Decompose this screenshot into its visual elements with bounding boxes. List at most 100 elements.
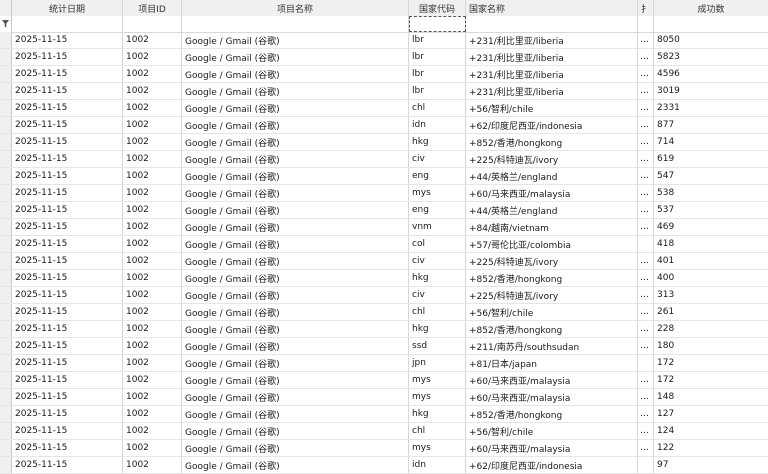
cell-country-name[interactable]: +231/利比里亚/liberia (466, 83, 638, 99)
cell-project-name[interactable]: Google / Gmail (谷歌) (182, 117, 409, 133)
row-indicator[interactable] (0, 304, 12, 320)
cell-success-count[interactable]: 619 (654, 151, 768, 167)
cell-project-name[interactable]: Google / Gmail (谷歌) (182, 372, 409, 388)
cell-truncated[interactable]: … (638, 168, 654, 184)
cell-country-code[interactable]: vnm (409, 219, 466, 235)
column-header-project-name[interactable]: 项目名称 (182, 0, 409, 16)
row-indicator[interactable] (0, 389, 12, 405)
row-indicator[interactable] (0, 236, 12, 252)
cell-country-code[interactable]: col (409, 236, 466, 252)
cell-stat-date[interactable]: 2025-11-15 (12, 151, 123, 167)
filter-cell-country-name[interactable] (466, 16, 638, 32)
cell-country-name[interactable]: +225/科特迪瓦/ivory (466, 287, 638, 303)
cell-truncated[interactable]: … (638, 49, 654, 65)
cell-truncated[interactable]: … (638, 372, 654, 388)
cell-project-id[interactable]: 1002 (123, 202, 182, 218)
cell-project-name[interactable]: Google / Gmail (谷歌) (182, 423, 409, 439)
cell-truncated[interactable]: … (638, 389, 654, 405)
cell-country-name[interactable]: +84/越南/vietnam (466, 219, 638, 235)
cell-success-count[interactable]: 261 (654, 304, 768, 320)
cell-stat-date[interactable]: 2025-11-15 (12, 304, 123, 320)
cell-success-count[interactable]: 538 (654, 185, 768, 201)
cell-country-name[interactable]: +60/马来西亚/malaysia (466, 185, 638, 201)
table-row[interactable]: 2025-11-15 1002 Google / Gmail (谷歌) mys +60/… (0, 185, 768, 202)
row-indicator[interactable] (0, 168, 12, 184)
cell-truncated[interactable]: … (638, 66, 654, 82)
cell-project-id[interactable]: 1002 (123, 219, 182, 235)
cell-success-count[interactable]: 3019 (654, 83, 768, 99)
cell-truncated[interactable]: … (638, 100, 654, 116)
table-row[interactable]: 2025-11-15 1002 Google / Gmail (谷歌) hkg +852… (0, 406, 768, 423)
filter-cell-project-name[interactable] (182, 16, 409, 32)
table-row[interactable]: 2025-11-15 1002 Google / Gmail (谷歌) hkg +852… (0, 321, 768, 338)
cell-truncated[interactable]: … (638, 202, 654, 218)
table-row[interactable]: 2025-11-15 1002 Google / Gmail (谷歌) lbr +231… (0, 49, 768, 66)
table-row[interactable]: 2025-11-15 1002 Google / Gmail (谷歌) idn +62/… (0, 117, 768, 134)
cell-project-name[interactable]: Google / Gmail (谷歌) (182, 457, 409, 473)
cell-country-name[interactable]: +852/香港/hongkong (466, 321, 638, 337)
row-indicator[interactable] (0, 100, 12, 116)
cell-truncated[interactable]: … (638, 151, 654, 167)
cell-project-id[interactable]: 1002 (123, 66, 182, 82)
cell-country-code[interactable]: mys (409, 389, 466, 405)
filter-cell-truncated[interactable] (638, 16, 654, 32)
cell-success-count[interactable]: 127 (654, 406, 768, 422)
cell-country-name[interactable]: +231/利比里亚/liberia (466, 49, 638, 65)
cell-country-code[interactable]: chl (409, 423, 466, 439)
cell-project-name[interactable]: Google / Gmail (谷歌) (182, 32, 409, 48)
table-row[interactable]: 2025-11-15 1002 Google / Gmail (谷歌) civ +225… (0, 253, 768, 270)
cell-country-code[interactable]: hkg (409, 406, 466, 422)
row-indicator[interactable] (0, 406, 12, 422)
row-indicator[interactable] (0, 423, 12, 439)
cell-success-count[interactable]: 4596 (654, 66, 768, 82)
cell-country-name[interactable]: +231/利比里亚/liberia (466, 32, 638, 48)
cell-project-name[interactable]: Google / Gmail (谷歌) (182, 321, 409, 337)
row-indicator[interactable] (0, 49, 12, 65)
cell-project-id[interactable]: 1002 (123, 253, 182, 269)
cell-truncated[interactable]: … (638, 321, 654, 337)
table-row[interactable]: 2025-11-15 1002 Google / Gmail (谷歌) mys +60/… (0, 372, 768, 389)
cell-truncated[interactable]: … (638, 134, 654, 150)
cell-stat-date[interactable]: 2025-11-15 (12, 440, 123, 456)
cell-country-name[interactable]: +62/印度尼西亚/indonesia (466, 457, 638, 473)
cell-country-code[interactable]: lbr (409, 66, 466, 82)
cell-project-id[interactable]: 1002 (123, 338, 182, 354)
cell-project-id[interactable]: 1002 (123, 134, 182, 150)
cell-stat-date[interactable]: 2025-11-15 (12, 287, 123, 303)
table-row[interactable]: 2025-11-15 1002 Google / Gmail (谷歌) ssd +211… (0, 338, 768, 355)
cell-country-name[interactable]: +44/英格兰/england (466, 168, 638, 184)
cell-country-name[interactable]: +231/利比里亚/liberia (466, 66, 638, 82)
column-header-truncated[interactable]: 扌 (638, 0, 654, 16)
cell-project-name[interactable]: Google / Gmail (谷歌) (182, 338, 409, 354)
cell-project-id[interactable]: 1002 (123, 304, 182, 320)
cell-stat-date[interactable]: 2025-11-15 (12, 185, 123, 201)
row-indicator[interactable] (0, 185, 12, 201)
cell-project-id[interactable]: 1002 (123, 83, 182, 99)
row-indicator[interactable] (0, 134, 12, 150)
cell-country-code[interactable]: hkg (409, 134, 466, 150)
cell-project-id[interactable]: 1002 (123, 287, 182, 303)
cell-country-name[interactable]: +225/科特迪瓦/ivory (466, 253, 638, 269)
cell-project-id[interactable]: 1002 (123, 32, 182, 48)
cell-success-count[interactable]: 172 (654, 372, 768, 388)
cell-country-name[interactable]: +81/日本/japan (466, 355, 638, 371)
cell-stat-date[interactable]: 2025-11-15 (12, 202, 123, 218)
cell-project-name[interactable]: Google / Gmail (谷歌) (182, 66, 409, 82)
cell-country-name[interactable]: +852/香港/hongkong (466, 270, 638, 286)
cell-stat-date[interactable]: 2025-11-15 (12, 66, 123, 82)
cell-country-code[interactable]: idn (409, 457, 466, 473)
cell-success-count[interactable]: 2331 (654, 100, 768, 116)
cell-project-name[interactable]: Google / Gmail (谷歌) (182, 236, 409, 252)
cell-project-name[interactable]: Google / Gmail (谷歌) (182, 253, 409, 269)
row-indicator[interactable] (0, 151, 12, 167)
cell-country-code[interactable]: jpn (409, 355, 466, 371)
cell-stat-date[interactable]: 2025-11-15 (12, 253, 123, 269)
row-indicator[interactable] (0, 253, 12, 269)
cell-project-name[interactable]: Google / Gmail (谷歌) (182, 185, 409, 201)
row-indicator[interactable] (0, 287, 12, 303)
cell-truncated[interactable]: … (638, 304, 654, 320)
cell-truncated[interactable]: … (638, 219, 654, 235)
cell-country-code[interactable]: civ (409, 287, 466, 303)
cell-truncated[interactable]: … (638, 270, 654, 286)
cell-country-name[interactable]: +60/马来西亚/malaysia (466, 440, 638, 456)
